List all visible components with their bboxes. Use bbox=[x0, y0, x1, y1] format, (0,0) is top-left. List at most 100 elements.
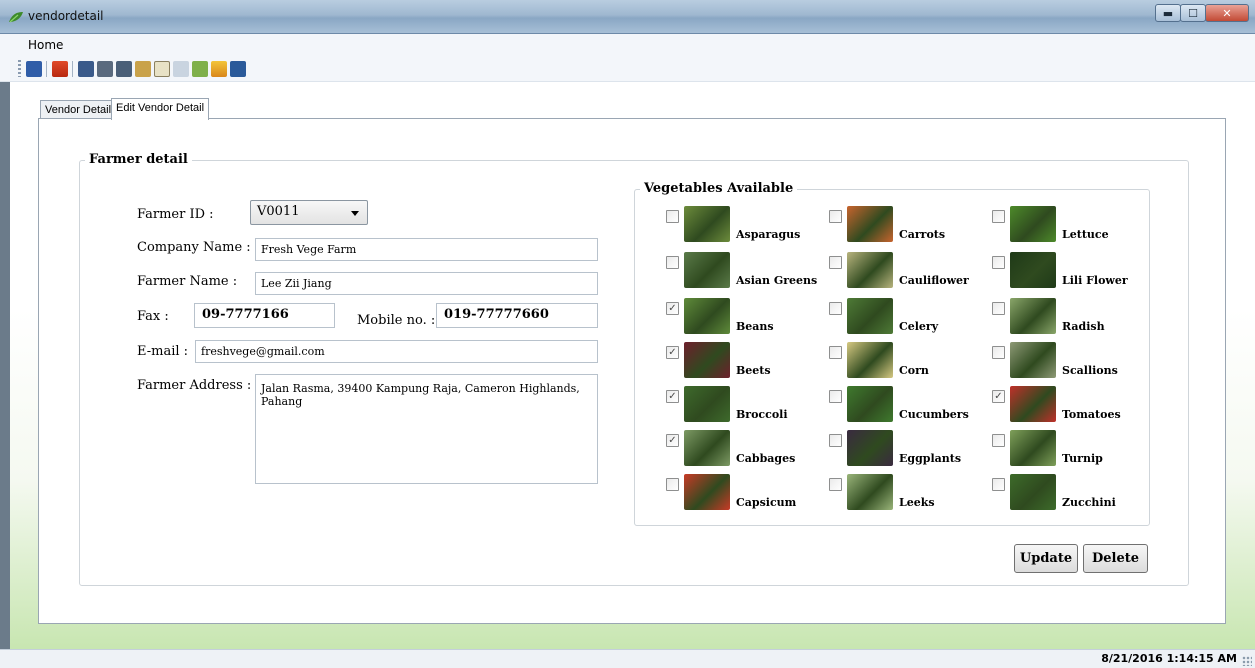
turnip-image bbox=[1010, 430, 1056, 466]
capsicum-image bbox=[684, 474, 730, 510]
save-icon[interactable] bbox=[26, 61, 42, 77]
vegetable-label: Carrots bbox=[899, 228, 946, 241]
checkbox-eggplants[interactable] bbox=[829, 434, 842, 447]
vegetable-label: Tomatoes bbox=[1062, 408, 1121, 421]
checkbox-lettuce[interactable] bbox=[992, 210, 1005, 223]
checkbox-turnip[interactable] bbox=[992, 434, 1005, 447]
farmer-address-label: Farmer Address : bbox=[137, 378, 252, 393]
book-icon[interactable] bbox=[230, 61, 246, 77]
checkbox-cucumbers[interactable] bbox=[829, 390, 842, 403]
vegetable-label: Cucumbers bbox=[899, 408, 969, 421]
clipboard-icon[interactable] bbox=[154, 61, 170, 77]
checkbox-zucchini[interactable] bbox=[992, 478, 1005, 491]
beans-image bbox=[684, 298, 730, 334]
checkbox-cabbages[interactable]: ✓ bbox=[666, 434, 679, 447]
cabbages-image bbox=[684, 430, 730, 466]
vegetable-label: Beans bbox=[736, 320, 774, 333]
checkbox-broccoli[interactable]: ✓ bbox=[666, 390, 679, 403]
zucchini-image bbox=[1010, 474, 1056, 510]
delete-button[interactable]: Delete bbox=[1083, 544, 1148, 573]
checkbox-scallions[interactable] bbox=[992, 346, 1005, 359]
vegetable-label: Lettuce bbox=[1062, 228, 1109, 241]
vegetable-item-zucchini: Zucchini bbox=[992, 474, 1152, 514]
vegetable-item-corn: Corn bbox=[829, 342, 989, 382]
checkbox-cauliflower[interactable] bbox=[829, 256, 842, 269]
lili-flower-image bbox=[1010, 252, 1056, 288]
status-datetime: 8/21/2016 1:14:15 AM bbox=[1101, 652, 1237, 665]
home-icon[interactable] bbox=[52, 61, 68, 77]
store-icon[interactable] bbox=[135, 61, 151, 77]
farmer-address-field[interactable]: Jalan Rasma, 39400 Kampung Raja, Cameron… bbox=[255, 374, 598, 484]
chevron-down-icon bbox=[351, 211, 359, 216]
vegetable-label: Zucchini bbox=[1062, 496, 1116, 509]
leeks-image bbox=[847, 474, 893, 510]
email-field[interactable]: freshvege@gmail.com bbox=[195, 340, 598, 363]
checkbox-asian-greens[interactable] bbox=[666, 256, 679, 269]
vegetable-item-eggplants: Eggplants bbox=[829, 430, 989, 470]
farmer-id-dropdown[interactable]: V0011 bbox=[250, 200, 368, 225]
close-button[interactable]: ✕ bbox=[1205, 4, 1249, 22]
title-bar: vendordetail ▬ ☐ ✕ bbox=[0, 0, 1255, 34]
beets-image bbox=[684, 342, 730, 378]
vegetable-item-tomatoes: ✓ Tomatoes bbox=[992, 386, 1152, 426]
vegetable-item-broccoli: ✓ Broccoli bbox=[666, 386, 826, 426]
checkbox-asparagus[interactable] bbox=[666, 210, 679, 223]
checkbox-celery[interactable] bbox=[829, 302, 842, 315]
app-leaf-icon bbox=[9, 12, 23, 23]
vegetable-item-beets: ✓ Beets bbox=[666, 342, 826, 382]
vegetable-item-turnip: Turnip bbox=[992, 430, 1152, 470]
tab-vendor-detail[interactable]: Vendor Detail bbox=[40, 100, 117, 120]
eggplants-image bbox=[847, 430, 893, 466]
vegetable-label: Cabbages bbox=[736, 452, 796, 465]
checkbox-corn[interactable] bbox=[829, 346, 842, 359]
checkbox-capsicum[interactable] bbox=[666, 478, 679, 491]
carrots-image bbox=[847, 206, 893, 242]
mobile-field[interactable]: 019-77777660 bbox=[436, 303, 598, 328]
update-button[interactable]: Update bbox=[1014, 544, 1078, 573]
checkbox-leeks[interactable] bbox=[829, 478, 842, 491]
farmer-name-field[interactable]: Lee Zii Jiang bbox=[255, 272, 598, 295]
checkbox-radish[interactable] bbox=[992, 302, 1005, 315]
email-label: E-mail : bbox=[137, 344, 189, 359]
cucumbers-image bbox=[847, 386, 893, 422]
vegetable-label: Corn bbox=[899, 364, 929, 377]
vegetable-label: Turnip bbox=[1062, 452, 1103, 465]
farmer-id-label: Farmer ID : bbox=[137, 207, 214, 222]
person-icon[interactable] bbox=[116, 61, 132, 77]
vegetable-item-radish: Radish bbox=[992, 298, 1152, 338]
farmer-name-label: Farmer Name : bbox=[137, 274, 238, 289]
checkbox-lili-flower[interactable] bbox=[992, 256, 1005, 269]
vegetable-item-carrots: Carrots bbox=[829, 206, 989, 246]
vegetable-item-cucumbers: Cucumbers bbox=[829, 386, 989, 426]
checkbox-beets[interactable]: ✓ bbox=[666, 346, 679, 359]
toolbar-grip bbox=[18, 60, 21, 77]
minimize-button[interactable]: ▬ bbox=[1155, 4, 1181, 22]
resize-grip-icon[interactable] bbox=[1242, 656, 1252, 666]
vegetable-label: Broccoli bbox=[736, 408, 788, 421]
vegetables-title: Vegetables Available bbox=[640, 181, 798, 196]
vegetable-label: Celery bbox=[899, 320, 939, 333]
toolbar bbox=[0, 56, 1255, 82]
fax-field[interactable]: 09-7777166 bbox=[194, 303, 335, 328]
checkbox-tomatoes[interactable]: ✓ bbox=[992, 390, 1005, 403]
checkbox-beans[interactable]: ✓ bbox=[666, 302, 679, 315]
menu-home[interactable]: Home bbox=[28, 38, 63, 52]
mobile-label: Mobile no. : bbox=[357, 313, 436, 328]
window-title: vendordetail bbox=[28, 9, 104, 23]
leaf-icon[interactable] bbox=[192, 61, 208, 77]
list-icon[interactable] bbox=[173, 61, 189, 77]
vegetable-label: Asian Greens bbox=[736, 274, 818, 287]
maximize-button[interactable]: ☐ bbox=[1180, 4, 1206, 22]
grid-icon[interactable] bbox=[78, 61, 94, 77]
warning-icon[interactable] bbox=[211, 61, 227, 77]
vegetable-label: Asparagus bbox=[736, 228, 801, 241]
tab-edit-vendor-detail[interactable]: Edit Vendor Detail bbox=[111, 98, 210, 120]
window-left-border bbox=[0, 82, 10, 649]
farmer-detail-title: Farmer detail bbox=[85, 152, 192, 167]
vegetable-label: Beets bbox=[736, 364, 771, 377]
vegetable-item-celery: Celery bbox=[829, 298, 989, 338]
open-book-icon[interactable] bbox=[97, 61, 113, 77]
vegetable-label: Leeks bbox=[899, 496, 935, 509]
checkbox-carrots[interactable] bbox=[829, 210, 842, 223]
company-name-field[interactable]: Fresh Vege Farm bbox=[255, 238, 598, 261]
